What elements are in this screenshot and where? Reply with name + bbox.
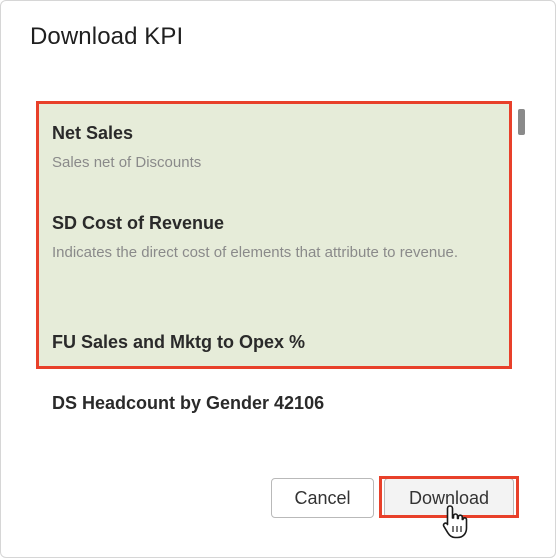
kpi-name: Net Sales (52, 123, 134, 143)
kpi-item-net-sales[interactable]: Net Sales Sales net of Discounts (52, 122, 508, 178)
hand-pointer-icon (442, 505, 468, 539)
kpi-item-ds-headcount-by-gender[interactable]: DS Headcount by Gender 42106 (52, 392, 508, 414)
kpi-name: FU Sales and Mktg to Opex % (52, 332, 306, 352)
kpi-name: SD Cost of Revenue (52, 213, 225, 233)
kpi-item-fu-sales-and-mktg[interactable]: FU Sales and Mktg to Opex % (52, 331, 508, 353)
kpi-name: DS Headcount by Gender 42106 (52, 393, 325, 413)
cancel-button[interactable]: Cancel (271, 478, 374, 518)
list-scrollbar[interactable] (518, 109, 525, 135)
dialog-title: Download KPI (30, 23, 184, 50)
kpi-description: Sales net of Discounts (52, 154, 202, 171)
kpi-list[interactable]: Net Sales Sales net of Discounts SD Cost… (36, 101, 524, 441)
kpi-description: Indicates the direct cost of elements th… (52, 244, 459, 261)
kpi-item-sd-cost-of-revenue[interactable]: SD Cost of Revenue Indicates the direct … (52, 212, 508, 268)
download-kpi-dialog: Download KPI Net Sales Sales net of Disc… (0, 0, 556, 558)
